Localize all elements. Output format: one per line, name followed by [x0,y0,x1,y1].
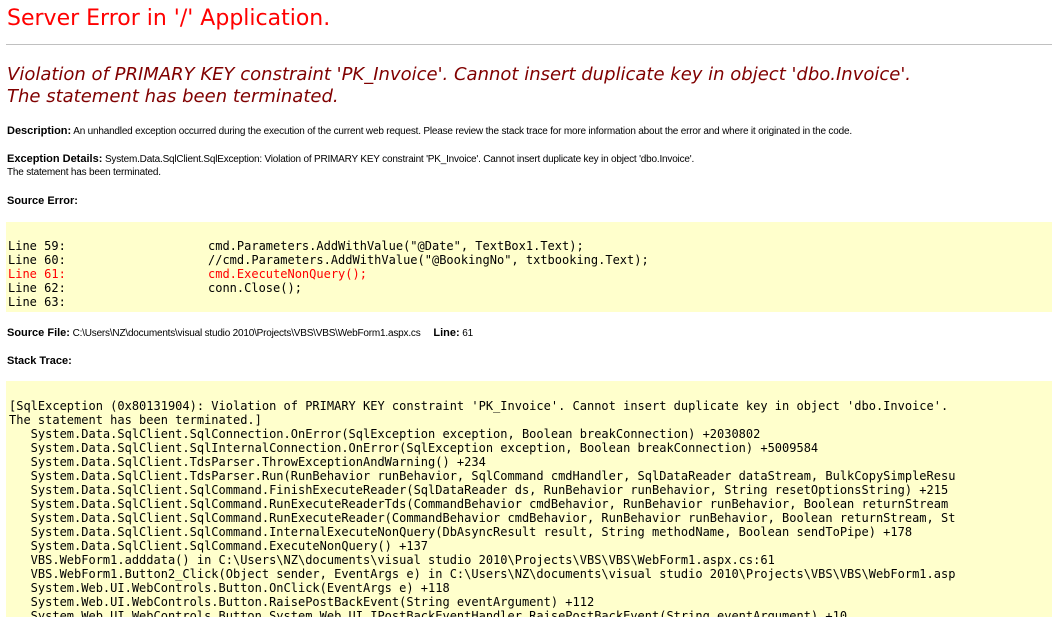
exception-details-text-line-2: The statement has been terminated. [7,167,161,178]
stack-trace-line: [SqlException (0x80131904): Violation of… [9,399,949,413]
stack-trace-line: System.Data.SqlClient.SqlConnection.OnEr… [9,427,761,441]
source-file-section: Source File: C:\Users\NZ\documents\visua… [7,327,473,340]
stack-trace-line: VBS.WebForm1.Button2_Click(Object sender… [9,567,956,581]
stack-trace-line: System.Data.SqlClient.SqlCommand.RunExec… [9,497,949,511]
exception-details-text: System.Data.SqlClient.SqlException: Viol… [104,154,695,165]
source-file-path: C:\Users\NZ\documents\visual studio 2010… [72,328,421,339]
source-line-number-label: Line 59: [8,239,66,253]
stack-trace-line: System.Data.SqlClient.TdsParser.Run(RunB… [9,469,956,483]
source-line-code: cmd.Parameters.AddWithValue("@Date", Tex… [208,239,584,253]
stack-trace-text: [SqlException (0x80131904): Violation of… [6,381,1052,617]
description-section: Description: An unhandled exception occu… [7,125,852,138]
stack-trace-line: VBS.WebForm1.adddata() in C:\Users\NZ\do… [9,553,775,567]
source-line-code: //cmd.Parameters.AddWithValue("@BookingN… [208,253,649,267]
source-line-number: 61 [462,328,474,339]
source-error-box: Line 59: cmd.Parameters.AddWithValue("@Da… [6,222,1052,312]
source-line: Line 63: [8,295,1052,309]
stack-trace-line: System.Data.SqlClient.SqlCommand.Interna… [9,525,913,539]
source-line-number-label: Line 62: [8,281,66,295]
stack-trace-line: System.Data.SqlClient.SqlCommand.Execute… [9,539,429,553]
exception-details-section: Exception Details: System.Data.SqlClient… [7,153,694,179]
stack-trace-label: Stack Trace: [7,355,72,367]
source-line-code: cmd.ExecuteNonQuery(); [208,267,367,281]
error-message: Violation of PRIMARY KEY constraint 'PK_… [7,64,911,108]
error-message-line-1: Violation of PRIMARY KEY constraint 'PK_… [7,64,912,85]
stack-trace-line: System.Data.SqlClient.SqlInternalConnect… [9,441,819,455]
description-text: An unhandled exception occurred during t… [73,126,852,137]
source-line-label: Line: [433,327,460,339]
source-line-number-label: Line 61: [8,267,66,281]
exception-details-label: Exception Details: [7,153,103,165]
source-line-highlighted: Line 61: cmd.ExecuteNonQuery(); [8,267,1052,281]
title-divider [6,44,1052,45]
source-line-code: conn.Close(); [208,281,302,295]
source-line: Line 62: conn.Close(); [8,281,1052,295]
description-label: Description: [7,125,72,137]
stack-trace-line: System.Web.UI.WebControls.Button.RaisePo… [9,595,595,609]
source-line: Line 59: cmd.Parameters.AddWithValue("@Da… [8,239,1052,253]
stack-trace-line: System.Web.UI.WebControls.Button.OnClick… [9,581,450,595]
source-line-number-label: Line 63: [8,295,66,309]
error-message-line-2: The statement has been terminated. [7,86,339,107]
source-line-number-label: Line 60: [8,253,66,267]
page-title: Server Error in '/' Application. [7,6,331,31]
source-line: Line 60: //cmd.Parameters.AddWithValue("@… [8,253,1052,267]
stack-trace-line: System.Data.SqlClient.SqlCommand.FinishE… [9,483,949,497]
stack-trace-box: [SqlException (0x80131904): Violation of… [6,381,1052,617]
stack-trace-line: System.Web.UI.WebControls.Button.System.… [9,609,848,617]
stack-trace-line: System.Data.SqlClient.TdsParser.ThrowExc… [9,455,486,469]
stack-trace-line: The statement has been terminated.] [9,413,262,427]
source-file-label: Source File: [7,327,70,339]
source-error-label: Source Error: [7,195,78,207]
stack-trace-line: System.Data.SqlClient.SqlCommand.RunExec… [9,511,956,525]
source-code: Line 59: cmd.Parameters.AddWithValue("@Da… [6,222,1052,309]
